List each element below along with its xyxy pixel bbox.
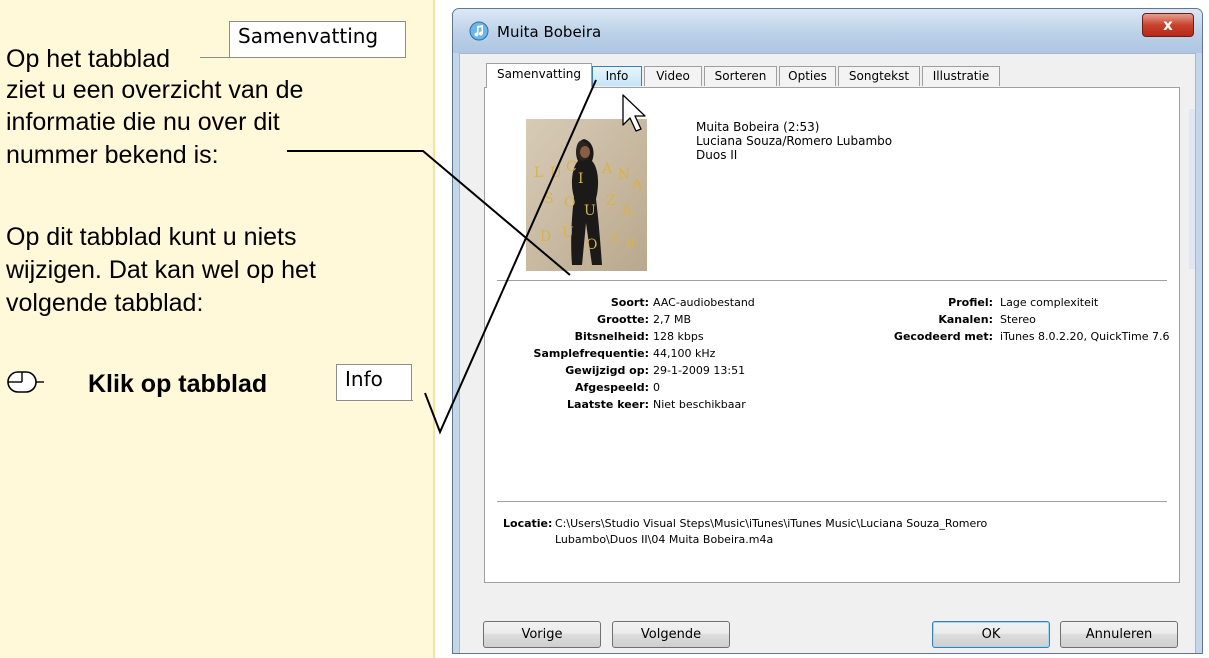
instruction-line: Op dit tabblad kunt u niets bbox=[6, 223, 297, 251]
cover-letter: D bbox=[540, 229, 551, 245]
cover-letter: N bbox=[618, 167, 630, 183]
ok-button[interactable]: OK bbox=[932, 621, 1050, 648]
detail-label: Samplefrequentie: bbox=[533, 347, 649, 360]
detail-value: Lage complexiteit bbox=[1000, 296, 1099, 309]
cover-letter: A bbox=[631, 177, 643, 193]
cancel-button[interactable]: Annuleren bbox=[1060, 621, 1178, 648]
detail-value: AAC-audiobestand bbox=[653, 296, 755, 309]
tab-sorteren[interactable]: Sorteren bbox=[704, 66, 777, 86]
detail-value: 44,100 kHz bbox=[653, 347, 716, 360]
tab-video[interactable]: Video bbox=[644, 66, 702, 86]
summary-panel: L U C I A N A S O U Z A D U O S II Muita… bbox=[484, 87, 1180, 583]
cover-letter: A bbox=[601, 161, 613, 177]
info-dialog-window: Muita Bobeira x Samenvatting Info Video … bbox=[452, 8, 1203, 654]
tab-samenvatting[interactable]: Samenvatting bbox=[486, 63, 592, 88]
detail-label: Afgespeeld: bbox=[574, 381, 649, 394]
click-instruction: Klik op tabblad bbox=[88, 370, 268, 398]
cover-letter: U bbox=[584, 203, 596, 219]
cover-letter: O bbox=[586, 237, 597, 253]
tab-baseline bbox=[200, 57, 406, 58]
cover-letter: S bbox=[544, 191, 554, 207]
instruction-line: Op het tabblad bbox=[6, 45, 171, 73]
panel-gap bbox=[435, 0, 449, 658]
cover-letter: O bbox=[564, 195, 575, 211]
location-label: Locatie: bbox=[503, 517, 553, 530]
cover-letter: S bbox=[610, 231, 620, 247]
tab-label: Illustratie bbox=[932, 69, 990, 83]
tab-label: Opties bbox=[788, 69, 827, 83]
samenvatting-tab-illustration: Samenvatting bbox=[229, 21, 406, 57]
cover-letter: L bbox=[534, 165, 543, 181]
cover-letter: U bbox=[550, 165, 562, 181]
detail-label: Laatste keer: bbox=[567, 398, 649, 411]
mouse-icon bbox=[6, 368, 46, 401]
location-path-line: C:\Users\Studio Visual Steps\Music\iTune… bbox=[555, 517, 988, 530]
detail-label: Gecodeerd met: bbox=[893, 330, 993, 343]
instruction-line: ziet u een overzicht van de bbox=[6, 76, 304, 104]
cover-letter: Z bbox=[606, 193, 616, 209]
tab-label: Sorteren bbox=[714, 69, 767, 83]
window-title: Muita Bobeira bbox=[497, 23, 602, 41]
detail-value: 29-1-2009 13:51 bbox=[653, 364, 746, 377]
detail-label: Kanalen: bbox=[938, 313, 993, 326]
samenvatting-tab-illustration-label: Samenvatting bbox=[238, 24, 379, 48]
detail-label: Soort: bbox=[610, 296, 649, 309]
track-name: Muita Bobeira (2:53) bbox=[696, 120, 820, 134]
separator bbox=[497, 280, 1167, 281]
cover-letter: C bbox=[566, 159, 577, 175]
tab-label: Samenvatting bbox=[496, 67, 582, 81]
info-tab-illustration-label: Info bbox=[345, 367, 383, 391]
instruction-line: volgende tabblad: bbox=[6, 289, 204, 317]
detail-label: Grootte: bbox=[597, 313, 649, 326]
tab-opties[interactable]: Opties bbox=[779, 66, 836, 86]
separator bbox=[497, 501, 1167, 502]
cover-letter: A bbox=[621, 203, 633, 219]
detail-label: Gewijzigd op: bbox=[565, 364, 649, 377]
itunes-icon bbox=[469, 21, 489, 46]
cover-letter: II bbox=[626, 237, 635, 250]
tab-label: Video bbox=[656, 69, 690, 83]
tab-songtekst[interactable]: Songtekst bbox=[838, 66, 920, 86]
cover-letter: I bbox=[578, 171, 584, 187]
tab-baseline bbox=[336, 400, 413, 401]
detail-label: Profiel: bbox=[948, 296, 993, 309]
instruction-panel: Op het tabblad Samenvatting ziet u een o… bbox=[0, 0, 433, 658]
location-path-line: Lubambo\Duos II\04 Muita Bobeira.m4a bbox=[555, 533, 774, 546]
tab-info[interactable]: Info bbox=[592, 66, 642, 86]
instruction-line: wijzigen. Dat kan wel op het bbox=[6, 256, 316, 284]
tab-label: Songtekst bbox=[848, 69, 910, 83]
detail-label: Bitsnelheid: bbox=[574, 330, 649, 343]
track-album: Duos II bbox=[696, 148, 738, 162]
detail-value: iTunes 8.0.2.20, QuickTime 7.6 bbox=[1000, 330, 1170, 343]
instruction-line: nummer bekend is: bbox=[6, 141, 219, 169]
track-artist: Luciana Souza/Romero Lubambo bbox=[696, 134, 893, 148]
info-tab-illustration: Info bbox=[336, 364, 412, 400]
dialog-client-area: Samenvatting Info Video Sorteren Opties … bbox=[459, 53, 1196, 653]
tab-illustratie[interactable]: Illustratie bbox=[922, 66, 1000, 86]
close-button[interactable]: x bbox=[1142, 13, 1194, 37]
frame-edge bbox=[1189, 109, 1195, 269]
title-bar[interactable]: Muita Bobeira x bbox=[453, 9, 1202, 53]
next-button[interactable]: Volgende bbox=[612, 621, 730, 648]
previous-button[interactable]: Vorige bbox=[483, 621, 601, 648]
detail-value: 2,7 MB bbox=[653, 313, 692, 326]
close-icon: x bbox=[1163, 16, 1173, 34]
instruction-line: informatie die nu over dit bbox=[6, 108, 280, 136]
album-artwork: L U C I A N A S O U Z A D U O S II bbox=[526, 119, 647, 271]
detail-value: 128 kbps bbox=[653, 330, 704, 343]
detail-value: Stereo bbox=[1000, 313, 1036, 326]
detail-value: 0 bbox=[653, 381, 660, 394]
tab-label: Info bbox=[605, 69, 629, 83]
cover-letter: U bbox=[562, 225, 574, 241]
detail-value: Niet beschikbaar bbox=[653, 398, 746, 411]
